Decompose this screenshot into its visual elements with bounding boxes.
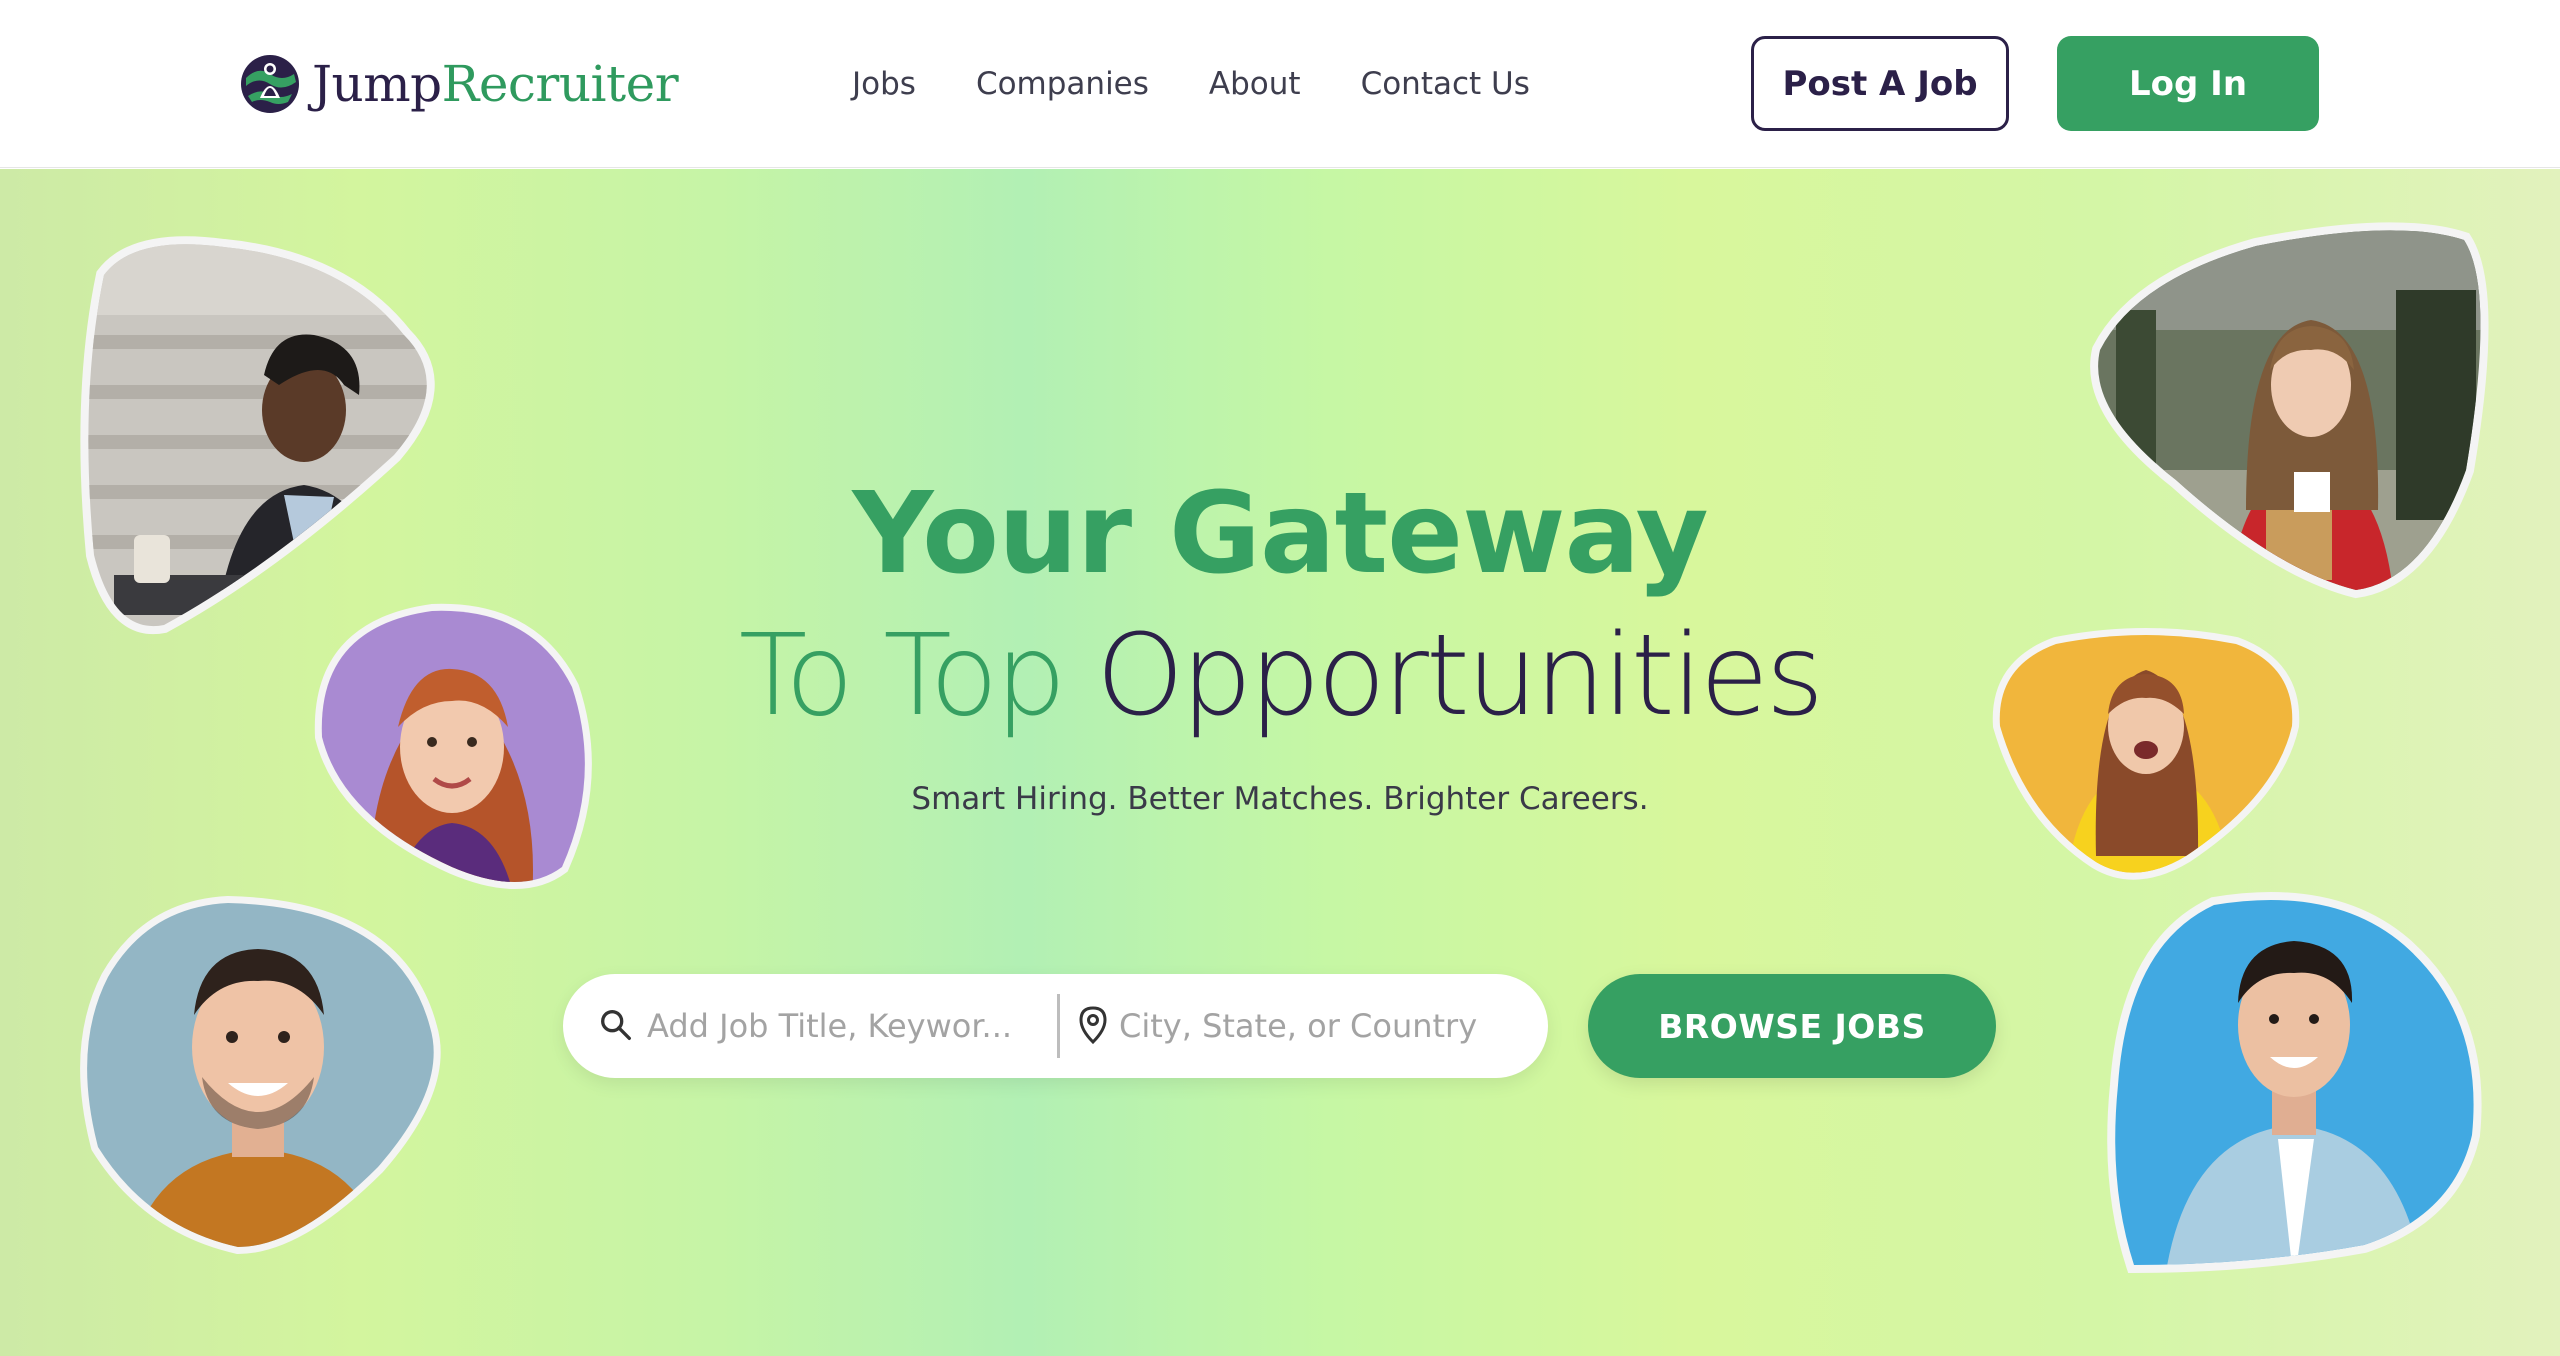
login-button[interactable]: Log In [2057, 36, 2319, 131]
site-header: JumpRecruiter Jobs Companies About Conta… [0, 0, 2560, 168]
nav-companies[interactable]: Companies [976, 66, 1149, 102]
job-search-bar [563, 974, 1548, 1078]
main-nav: Jobs Companies About Contact Us [852, 60, 1530, 108]
logo-text-jump: Jump [312, 55, 442, 113]
site-logo[interactable]: JumpRecruiter [238, 48, 679, 120]
portrait-man-blue-background [2094, 885, 2494, 1285]
nav-about[interactable]: About [1209, 66, 1301, 102]
logo-text-recruiter: Recruiter [441, 55, 679, 113]
hero-section: Your Gateway To Top Opportunities Smart … [0, 169, 2560, 1356]
hero-title-line2: To Top Opportunities [0, 611, 2560, 741]
portrait-smiling-man [68, 887, 448, 1267]
nav-contact-us[interactable]: Contact Us [1361, 66, 1530, 102]
browse-jobs-button[interactable]: BROWSE JOBS [1588, 974, 1996, 1078]
map-pin-icon [1079, 1006, 1107, 1045]
search-icon [601, 1010, 631, 1040]
hero-title-to-top: To Top [738, 611, 1067, 741]
globe-people-logo-icon [241, 55, 299, 113]
hero-title-opportunities: Opportunities [1095, 611, 1824, 741]
logo-text: JumpRecruiter [312, 55, 679, 113]
hero-tagline: Smart Hiring. Better Matches. Brighter C… [911, 781, 1649, 817]
portrait-smiling-man-image [80, 895, 441, 1255]
portrait-man-blue-background-image [2107, 892, 2482, 1274]
hero-title-line1: Your Gateway [852, 469, 1708, 599]
post-job-button[interactable]: Post A Job [1751, 36, 2009, 131]
nav-jobs[interactable]: Jobs [852, 66, 916, 102]
location-search-input[interactable] [1119, 994, 1519, 1058]
keyword-search-input[interactable] [647, 994, 1027, 1058]
search-divider [1057, 994, 1060, 1058]
